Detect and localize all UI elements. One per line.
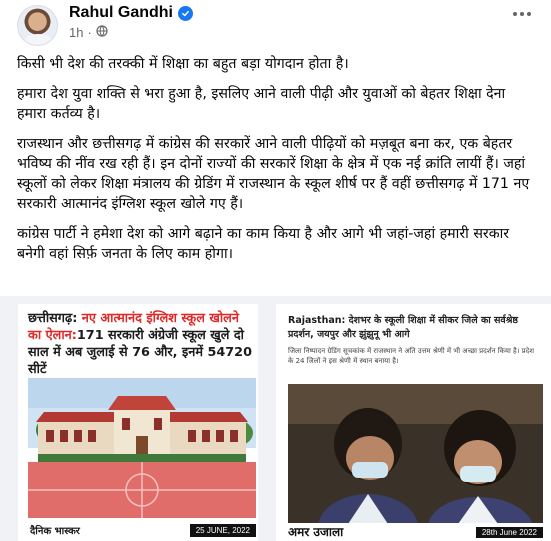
news-headline: छत्तीसगढ़: नए आत्मानंद इंग्लिश स्कूल खोल… bbox=[18, 304, 258, 378]
headline-label: Rajasthan: bbox=[288, 315, 349, 326]
source-date: 25 JUNE, 2022 bbox=[189, 524, 256, 537]
verified-badge-icon bbox=[178, 5, 193, 21]
news-headline: Rajasthan: देशभर के स्कूली शिक्षा में सी… bbox=[276, 304, 551, 342]
media-image-chhattisgarh[interactable]: छत्तीसगढ़: नए आत्मानंद इंग्लिश स्कूल खोल… bbox=[18, 304, 258, 541]
post-meta: 1h · bbox=[69, 25, 108, 40]
news-subtext: जिला निष्पादन ग्रेडिंग सूचकांक में राजस्… bbox=[288, 347, 535, 365]
author-row: Rahul Gandhi bbox=[69, 4, 193, 22]
meta-separator: · bbox=[87, 25, 92, 40]
post-body: किसी भी देश की तरक्की में शिक्षा का बहुत… bbox=[17, 54, 537, 274]
source-bar: अमर उजाला 28th June 2022 bbox=[276, 523, 551, 541]
headline-prefix: छत्तीसगढ़: bbox=[28, 311, 82, 326]
post-paragraph: हमारा देश युवा शक्ति से भरा हुआ है, इसलि… bbox=[17, 86, 506, 122]
post-paragraph: किसी भी देश की तरक्की में शिक्षा का बहुत… bbox=[17, 56, 349, 72]
post-header: Rahul Gandhi 1h · bbox=[0, 0, 551, 52]
source-logo: अमर उजाला bbox=[288, 525, 344, 539]
source-bar: दैनिक भास्कर 25 JUNE, 2022 bbox=[18, 519, 258, 541]
students-photo bbox=[288, 384, 543, 524]
author-avatar[interactable] bbox=[17, 5, 58, 46]
school-building-image bbox=[28, 378, 256, 518]
globe-icon[interactable] bbox=[96, 25, 108, 40]
source-date: 28th June 2022 bbox=[475, 527, 543, 538]
post-timestamp[interactable]: 1h bbox=[69, 25, 83, 40]
more-horizontal-icon bbox=[513, 12, 517, 16]
post-paragraph: राजस्थान और छत्तीसगढ़ में कांग्रेस की सर… bbox=[17, 136, 530, 212]
author-name[interactable]: Rahul Gandhi bbox=[69, 4, 173, 22]
media-image-rajasthan[interactable]: Rajasthan: देशभर के स्कूली शिक्षा में सी… bbox=[276, 304, 551, 541]
source-logo: दैनिक भास्कर bbox=[30, 526, 80, 537]
more-options-button[interactable] bbox=[513, 12, 531, 16]
post-media: छत्तीसगढ़: नए आत्मानंद इंग्लिश स्कूल खोल… bbox=[0, 296, 551, 541]
post-paragraph: कांग्रेस पार्टी ने हमेशा देश को आगे बढ़ा… bbox=[17, 226, 510, 262]
